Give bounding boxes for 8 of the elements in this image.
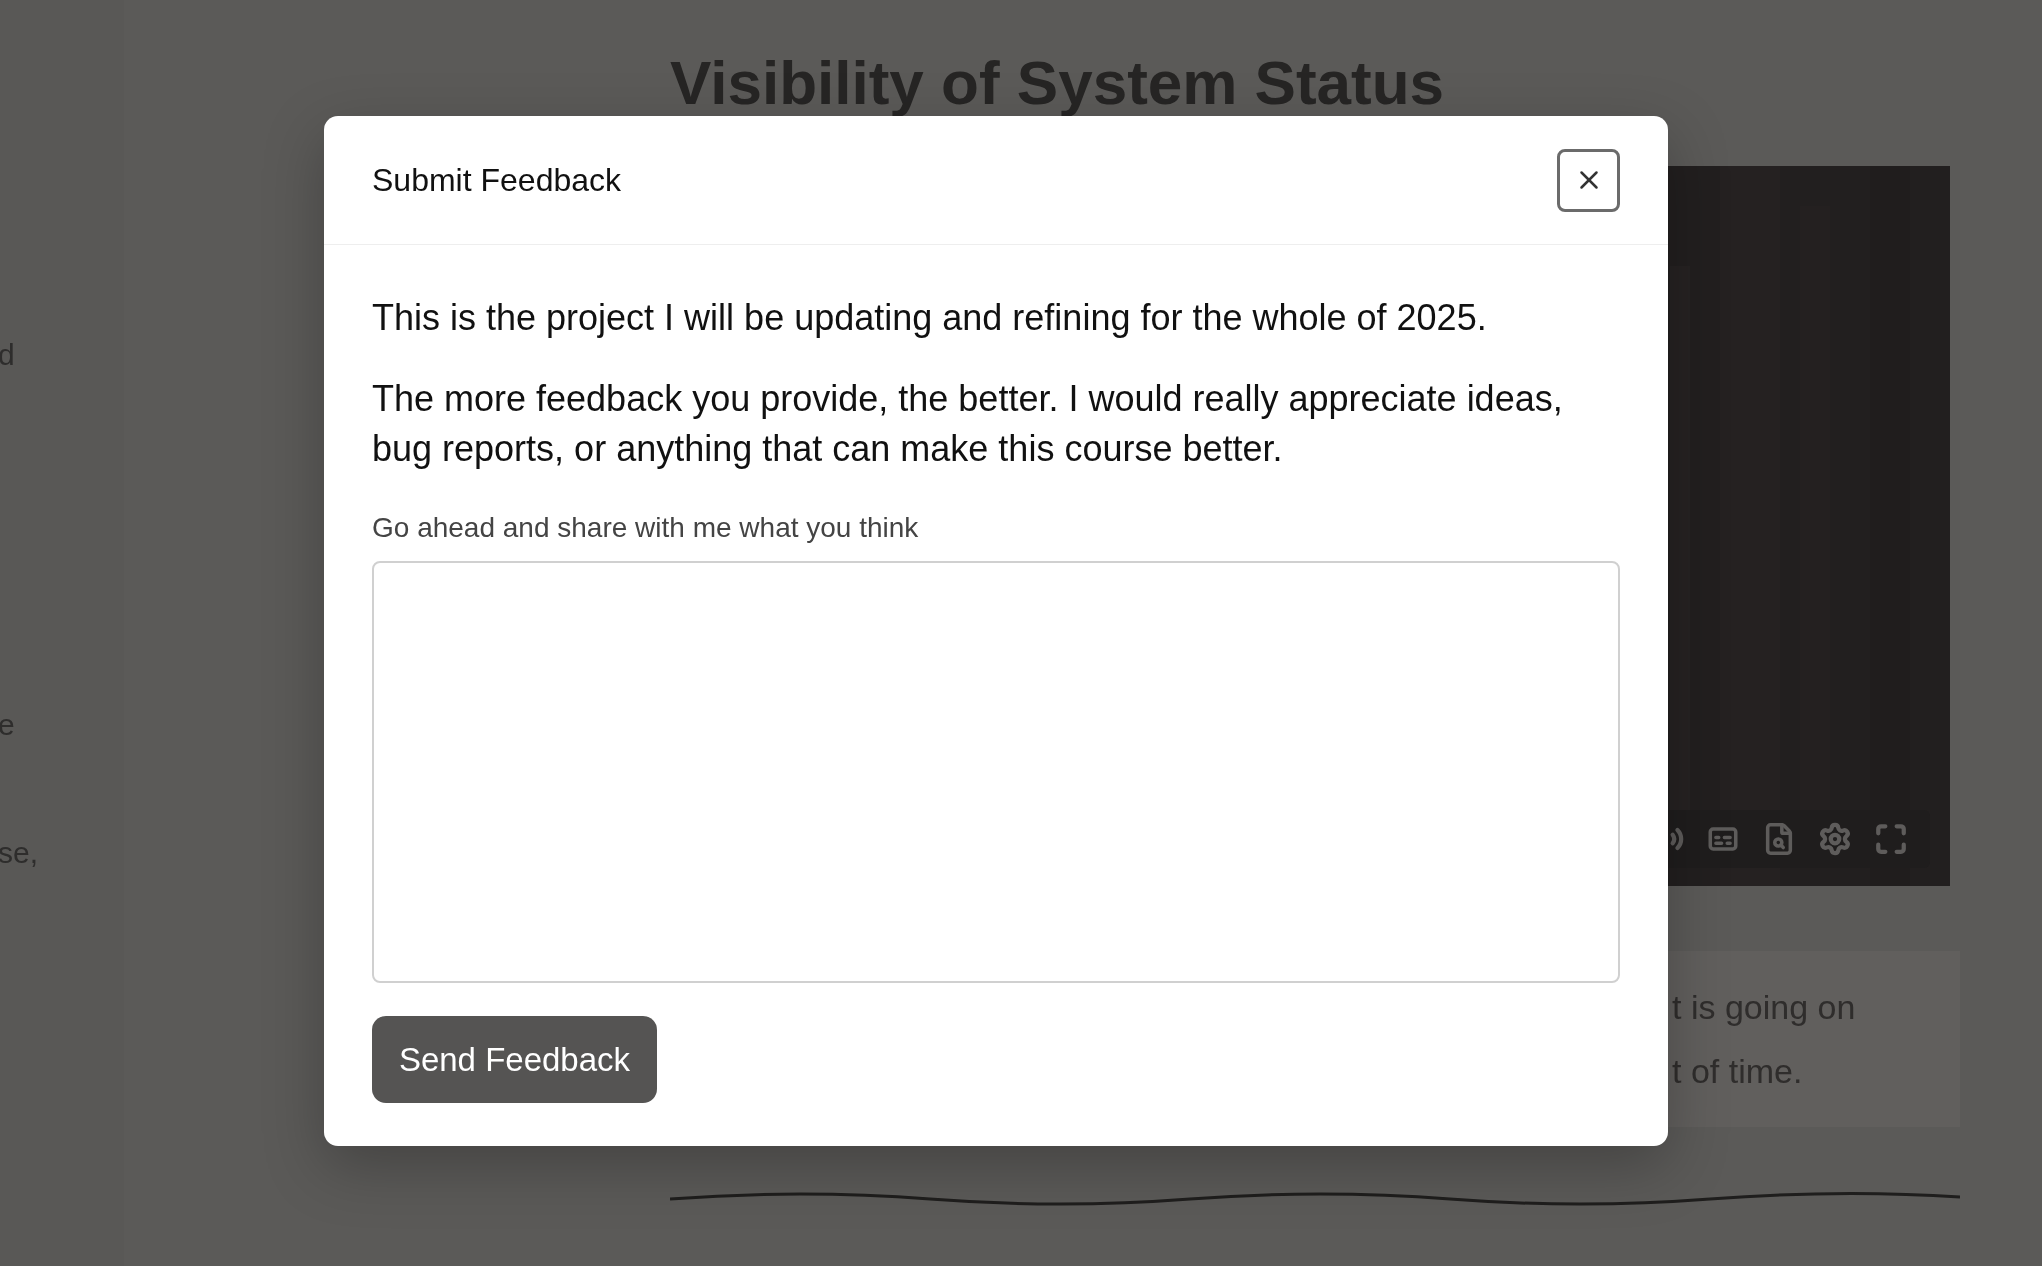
close-button[interactable]	[1557, 148, 1620, 212]
send-feedback-button[interactable]: Send Feedback	[372, 1016, 657, 1103]
field-label: Go ahead and share with me what you think	[372, 511, 920, 545]
dialog-paragraph: This is the project I will be updating and refining for the whole of 2025.	[372, 296, 1488, 340]
dialog-title: Submit Feedback	[372, 161, 621, 200]
dialog-paragraph: The more feedback you provide, the better. I would really appreciate ideas, bug reports, or anything that can make this course better.	[372, 377, 1564, 471]
settings-icon[interactable]	[1818, 822, 1852, 856]
fullscreen-icon[interactable]	[1874, 822, 1908, 856]
